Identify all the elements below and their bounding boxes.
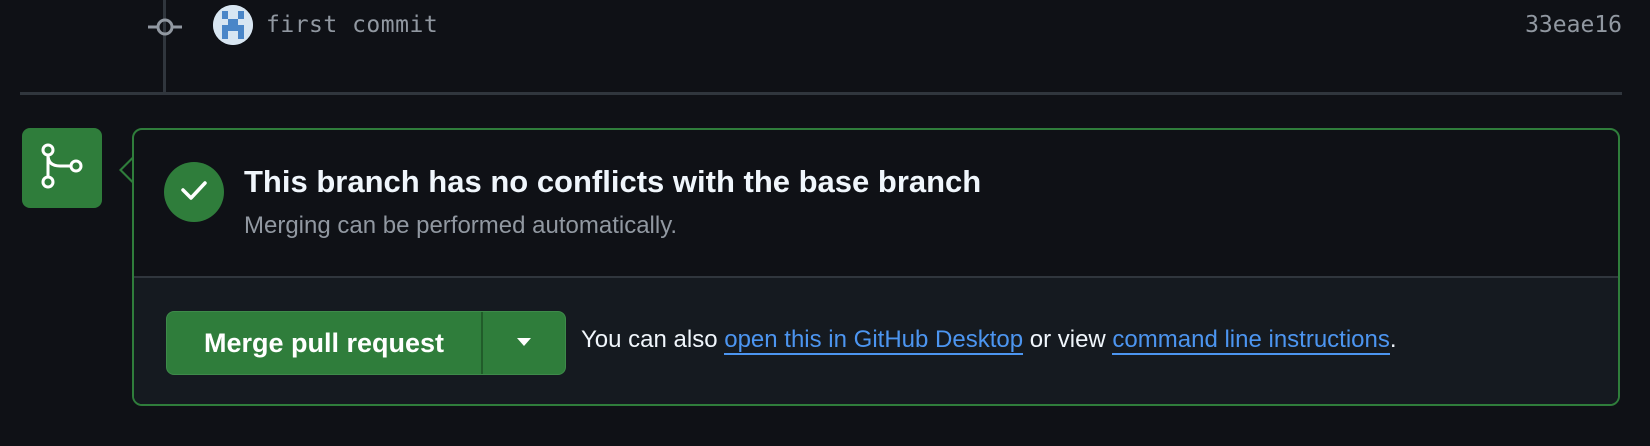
merge-button-group: Merge pull request: [166, 311, 566, 375]
open-in-github-desktop-link[interactable]: open this in GitHub Desktop: [724, 326, 1024, 355]
separator: [20, 92, 1622, 95]
help-middle: or view: [1023, 326, 1113, 353]
help-prefix: You can also: [581, 326, 725, 353]
command-line-instructions-link[interactable]: command line instructions: [1112, 326, 1390, 355]
commit-sha[interactable]: 33eae16: [1525, 12, 1622, 38]
merge-pull-request-button[interactable]: Merge pull request: [167, 312, 481, 374]
merge-status-title: This branch has no conflicts with the ba…: [244, 164, 982, 199]
merge-box: This branch has no conflicts with the ba…: [132, 128, 1620, 406]
merge-method-dropdown-button[interactable]: [481, 312, 565, 374]
merge-status-section: This branch has no conflicts with the ba…: [134, 130, 1618, 278]
git-merge-icon: [40, 143, 84, 194]
commit-row: first commit 33eae16: [0, 0, 1650, 56]
avatar[interactable]: [213, 5, 253, 45]
merge-action-section: Merge pull request You can also open thi…: [134, 278, 1618, 404]
success-indicator: [164, 162, 224, 222]
check-icon: [180, 179, 208, 206]
help-suffix: .: [1389, 326, 1397, 353]
alternative-merge-help: You can also open this in GitHub Desktop…: [581, 326, 1397, 355]
merge-badge: [22, 128, 102, 208]
pull-request-merge-area: first commit 33eae16 This branch has no …: [0, 0, 1650, 446]
triangle-down-icon: [516, 334, 532, 352]
commit-message[interactable]: first commit: [266, 12, 438, 38]
merge-status-subtitle: Merging can be performed automatically.: [244, 212, 678, 239]
git-commit-icon: [148, 10, 182, 44]
